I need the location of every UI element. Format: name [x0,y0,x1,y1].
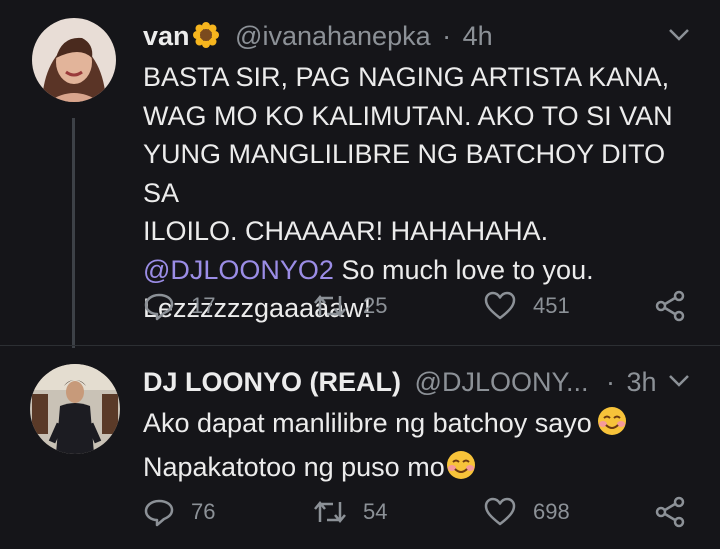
like-button[interactable]: 451 [483,290,570,322]
body-line: YUNG MANGLILIBRE NG BATCHOY DITO SA [143,139,666,208]
separator-dot: · [442,21,452,51]
display-name[interactable]: van [143,21,190,51]
body-text-line2: Napakatotoo ng puso mo [143,451,445,482]
tweet-header: van @ivanahanepka · 4h [143,20,493,56]
like-icon [484,497,516,526]
retweet-count: 25 [363,293,388,318]
user-handle[interactable]: @ivanahanepka [235,21,431,51]
like-icon [484,291,516,320]
tweet-body: BASTA SIR, PAG NAGING ARTISTA KANA, WAG … [143,58,703,328]
like-button[interactable]: 698 [483,496,570,528]
smiling-face-emoji [596,405,628,448]
body-line: ILOILO. CHAAAAR! HAHAHAHA. [143,216,549,246]
share-button[interactable] [653,290,687,322]
share-icon [655,496,685,528]
chevron-down-icon[interactable] [668,374,690,393]
separator-dot: · [606,367,616,397]
chevron-down-icon[interactable] [668,28,690,47]
tweet-1[interactable]: van @ivanahanepka · 4h BASTA SIR, PAG NA… [0,0,720,348]
tweet-header: DJ LOONYO (REAL) @DJLOONY... · 3h [143,366,657,398]
body-line: Napakatotoo ng puso mo [143,448,703,492]
mention-rest: So much love to you. [333,254,594,285]
reply-count: 76 [191,499,216,524]
user-handle[interactable]: @DJLOONY... [415,367,589,397]
reply-button[interactable]: 17 [143,290,215,322]
sunflower-emoji [192,21,220,56]
retweet-button[interactable]: 54 [313,496,387,528]
timestamp[interactable]: 4h [463,21,493,51]
retweet-button[interactable]: 25 [313,290,387,322]
smiling-face-emoji [445,449,477,492]
body-line: BASTA SIR, PAG NAGING ARTISTA KANA, [143,62,670,92]
thread-line [72,118,75,348]
display-name[interactable]: DJ LOONYO (REAL) [143,367,401,397]
share-icon [655,290,685,322]
like-count: 451 [533,293,570,318]
reply-count: 17 [191,293,216,318]
retweet-count: 54 [363,499,388,524]
body-line: Ako dapat manlilibre ng batchoy sayo [143,404,703,448]
retweet-icon [314,501,346,523]
timestamp[interactable]: 3h [627,367,657,397]
tweet-2[interactable]: DJ LOONYO (REAL) @DJLOONY... · 3h Ako da… [0,346,720,549]
body-text-line1: Ako dapat manlilibre ng batchoy sayo [143,408,592,438]
action-bar: 76 54 698 [143,496,703,532]
body-line: WAG MO KO KALIMUTAN. AKO TO SI VAN [143,100,673,131]
reply-icon [144,293,174,321]
mention-link[interactable]: @DJLOONYO2 [143,255,334,285]
tweet-body: Ako dapat manlilibre ng batchoy sayo Nap… [143,404,703,491]
action-bar: 17 25 451 [143,290,703,326]
retweet-icon [314,295,346,317]
share-button[interactable] [653,496,687,528]
reply-icon [144,499,174,527]
body-line: @DJLOONYO2 So much love to you. [143,251,703,290]
reply-button[interactable]: 76 [143,496,215,528]
like-count: 698 [533,499,570,524]
avatar-van[interactable] [32,18,116,102]
avatar-djloonyo[interactable] [30,364,120,454]
